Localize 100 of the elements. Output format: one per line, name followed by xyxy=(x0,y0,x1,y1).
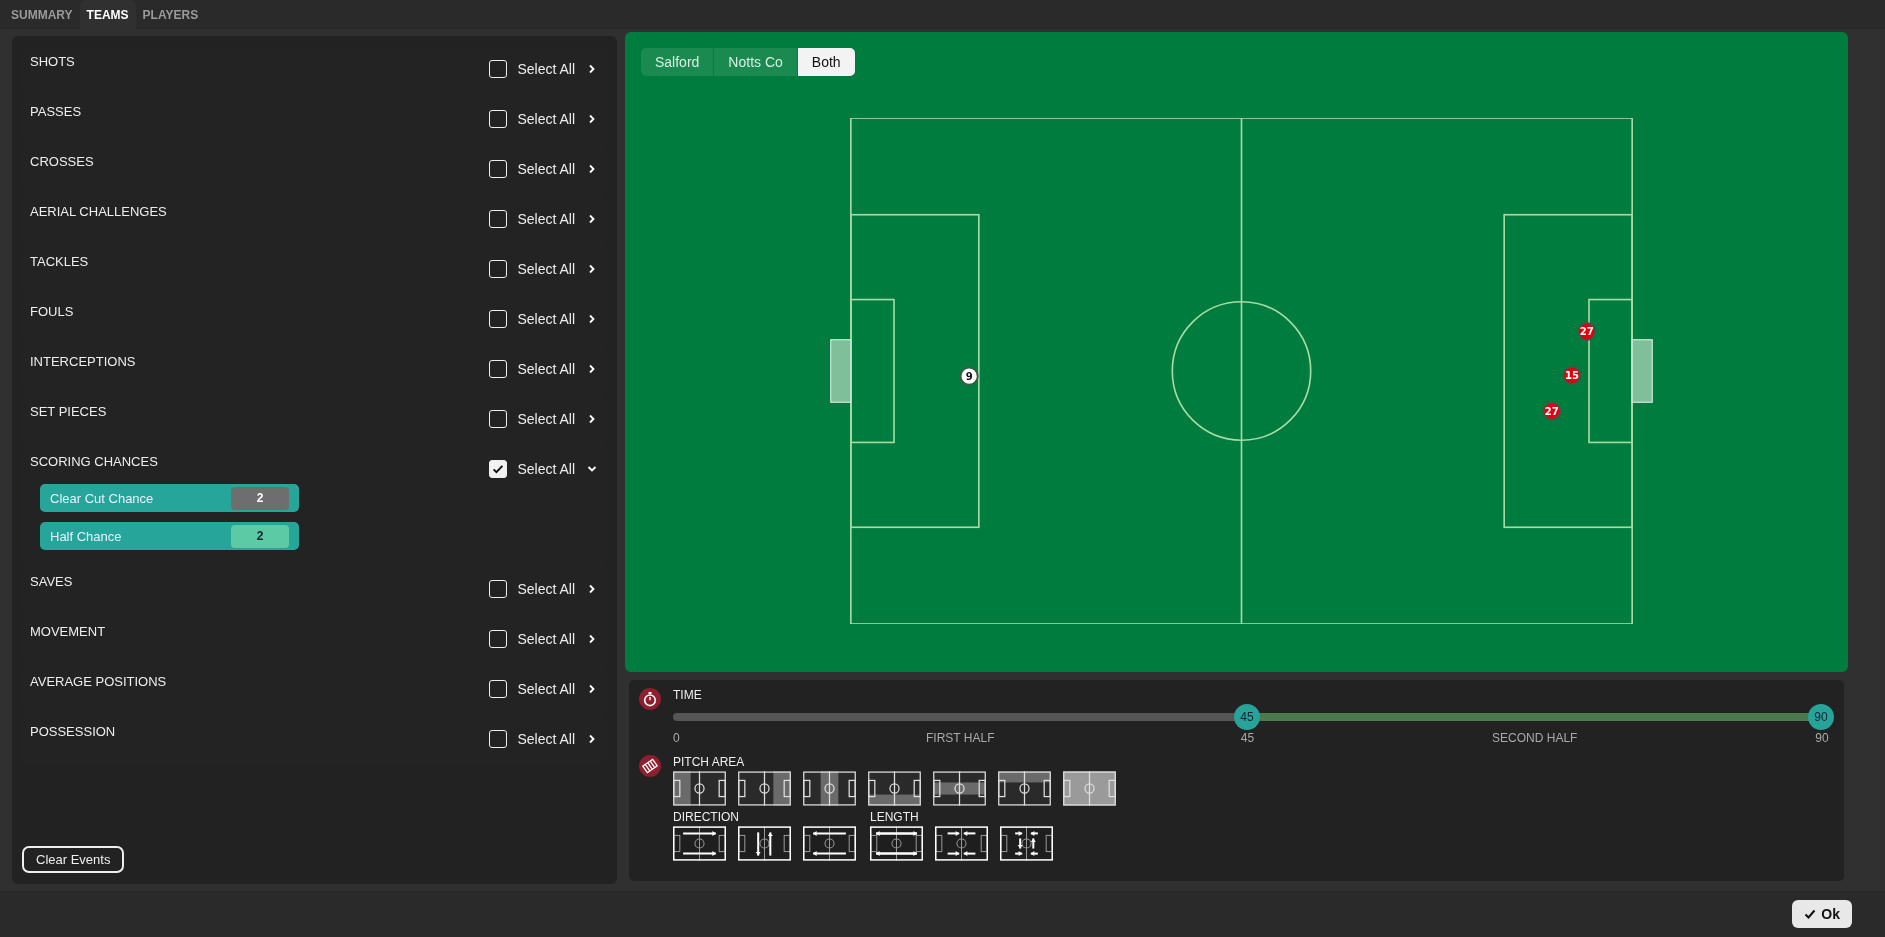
chevron-right-icon[interactable] xyxy=(587,734,597,744)
time-title: TIME xyxy=(673,688,703,702)
time-scale-label: 45 xyxy=(1240,731,1255,745)
chevron-right-icon[interactable] xyxy=(587,164,597,174)
select-all-checkbox[interactable] xyxy=(489,630,508,648)
event-group-label: PASSES xyxy=(30,104,82,119)
chevron-right-icon[interactable] xyxy=(587,264,597,274)
select-all-checkbox[interactable] xyxy=(489,60,508,78)
event-type-label: Half Chance xyxy=(50,528,122,544)
chevron-right-icon[interactable] xyxy=(587,314,597,324)
chevron-down-icon[interactable] xyxy=(587,464,597,474)
pitch-area-option-icon[interactable] xyxy=(803,771,856,806)
player-marker[interactable]: 9 xyxy=(959,366,979,386)
select-all-label: Select All xyxy=(517,61,575,77)
event-group-label: AERIAL CHALLENGES xyxy=(30,204,167,219)
select-all-checkbox[interactable] xyxy=(489,580,508,598)
select-all-checkbox[interactable] xyxy=(489,680,508,698)
view-tab[interactable]: TEAMS xyxy=(79,0,136,29)
chevron-right-icon[interactable] xyxy=(587,214,597,224)
select-all-checkbox[interactable] xyxy=(489,360,508,378)
event-type-label: Clear Cut Chance xyxy=(50,490,154,506)
select-all-label: Select All xyxy=(517,161,575,177)
select-all-checkbox[interactable] xyxy=(489,260,508,278)
select-all-label: Select All xyxy=(517,211,575,227)
event-type-chip[interactable]: Clear Cut Chance 2 xyxy=(40,484,299,512)
slider-thumb[interactable]: 90 xyxy=(1808,704,1834,730)
event-group-label: SHOTS xyxy=(30,54,75,69)
event-type-chip[interactable]: Half Chance 2 xyxy=(40,522,299,550)
ok-button[interactable]: Ok xyxy=(1792,900,1852,928)
pitch-area-option-icon[interactable] xyxy=(868,771,921,806)
select-all-label: Select All xyxy=(517,461,575,477)
time-scale-label: FIRST HALF xyxy=(926,731,995,745)
team-tab[interactable]: Notts Co xyxy=(714,48,798,76)
select-all-checkbox[interactable] xyxy=(489,160,508,178)
event-group-label: SAVES xyxy=(30,574,73,589)
select-all-label: Select All xyxy=(517,581,575,597)
chevron-right-icon[interactable] xyxy=(587,364,597,374)
pitch-area-option-icon[interactable] xyxy=(673,771,726,806)
arrows-pitch-icon[interactable] xyxy=(738,826,791,861)
time-scale-label: SECOND HALF xyxy=(1492,731,1578,745)
pitch-zones-icon xyxy=(639,755,661,777)
event-group-label: MOVEMENT xyxy=(30,624,106,639)
chevron-right-icon[interactable] xyxy=(587,634,597,644)
select-all-checkbox[interactable] xyxy=(489,410,508,428)
slider-thumb[interactable]: 45 xyxy=(1234,704,1260,730)
player-marker[interactable]: 15 xyxy=(1562,366,1582,385)
chevron-right-icon[interactable] xyxy=(587,414,597,424)
team-tab[interactable]: Both xyxy=(797,48,855,76)
event-group-label: SCORING CHANCES xyxy=(30,454,158,469)
length-title: LENGTH xyxy=(870,810,920,824)
select-all-label: Select All xyxy=(517,411,575,427)
select-all-label: Select All xyxy=(517,261,575,277)
time-slider[interactable]: 45 90 xyxy=(673,704,1834,730)
select-all-checkbox[interactable] xyxy=(489,110,508,128)
event-group-label: INTERCEPTIONS xyxy=(30,354,136,369)
select-all-label: Select All xyxy=(517,731,575,747)
time-scale-label: 90 xyxy=(1815,731,1829,745)
select-all-label: Select All xyxy=(517,311,575,327)
event-count: 2 xyxy=(231,524,289,548)
select-all-checkbox[interactable] xyxy=(489,310,508,328)
event-group-label: SET PIECES xyxy=(30,404,107,419)
event-group-label: TACKLES xyxy=(30,254,89,269)
view-tab[interactable]: PLAYERS xyxy=(135,0,206,29)
checkmark-icon xyxy=(491,462,506,476)
clear-events-button[interactable]: Clear Events xyxy=(22,846,125,873)
select-all-checkbox[interactable] xyxy=(489,210,508,228)
arrows-pitch-icon[interactable] xyxy=(803,826,856,861)
pitch-area-option-icon[interactable] xyxy=(998,771,1051,806)
select-all-label: Select All xyxy=(517,111,575,127)
event-group-label: FOULS xyxy=(30,304,74,319)
arrows-pitch-icon[interactable] xyxy=(1000,826,1053,861)
direction-title: DIRECTION xyxy=(673,810,740,824)
pitch-area-option-icon[interactable] xyxy=(738,771,791,806)
event-group-label: AVERAGE POSITIONS xyxy=(30,674,167,689)
select-all-checkbox[interactable] xyxy=(489,460,508,478)
select-all-label: Select All xyxy=(517,631,575,647)
event-group-label: POSSESSION xyxy=(30,724,116,739)
chevron-right-icon[interactable] xyxy=(587,684,597,694)
chevron-right-icon[interactable] xyxy=(587,114,597,124)
view-tab[interactable]: SUMMARY xyxy=(4,0,80,29)
arrows-pitch-icon[interactable] xyxy=(870,826,923,861)
player-marker[interactable]: 27 xyxy=(1577,322,1597,342)
goal xyxy=(1631,339,1653,403)
arrows-pitch-icon[interactable] xyxy=(673,826,726,861)
chevron-right-icon[interactable] xyxy=(587,64,597,74)
team-tab[interactable]: Salford xyxy=(641,48,715,76)
chevron-right-icon[interactable] xyxy=(587,584,597,594)
player-marker[interactable]: 27 xyxy=(1542,401,1562,421)
arrows-pitch-icon[interactable] xyxy=(935,826,988,861)
stopwatch-icon xyxy=(639,688,661,710)
goal xyxy=(830,339,852,403)
select-all-checkbox[interactable] xyxy=(489,730,508,748)
time-scale-label: 0 xyxy=(673,731,680,745)
event-group-label: CROSSES xyxy=(30,154,94,169)
checkmark-icon xyxy=(1804,908,1817,920)
select-all-label: Select All xyxy=(517,361,575,377)
pitch-area-title: PITCH AREA xyxy=(673,755,746,769)
pitch-area-option-icon[interactable] xyxy=(933,771,986,806)
select-all-label: Select All xyxy=(517,681,575,697)
event-count: 2 xyxy=(231,486,289,510)
